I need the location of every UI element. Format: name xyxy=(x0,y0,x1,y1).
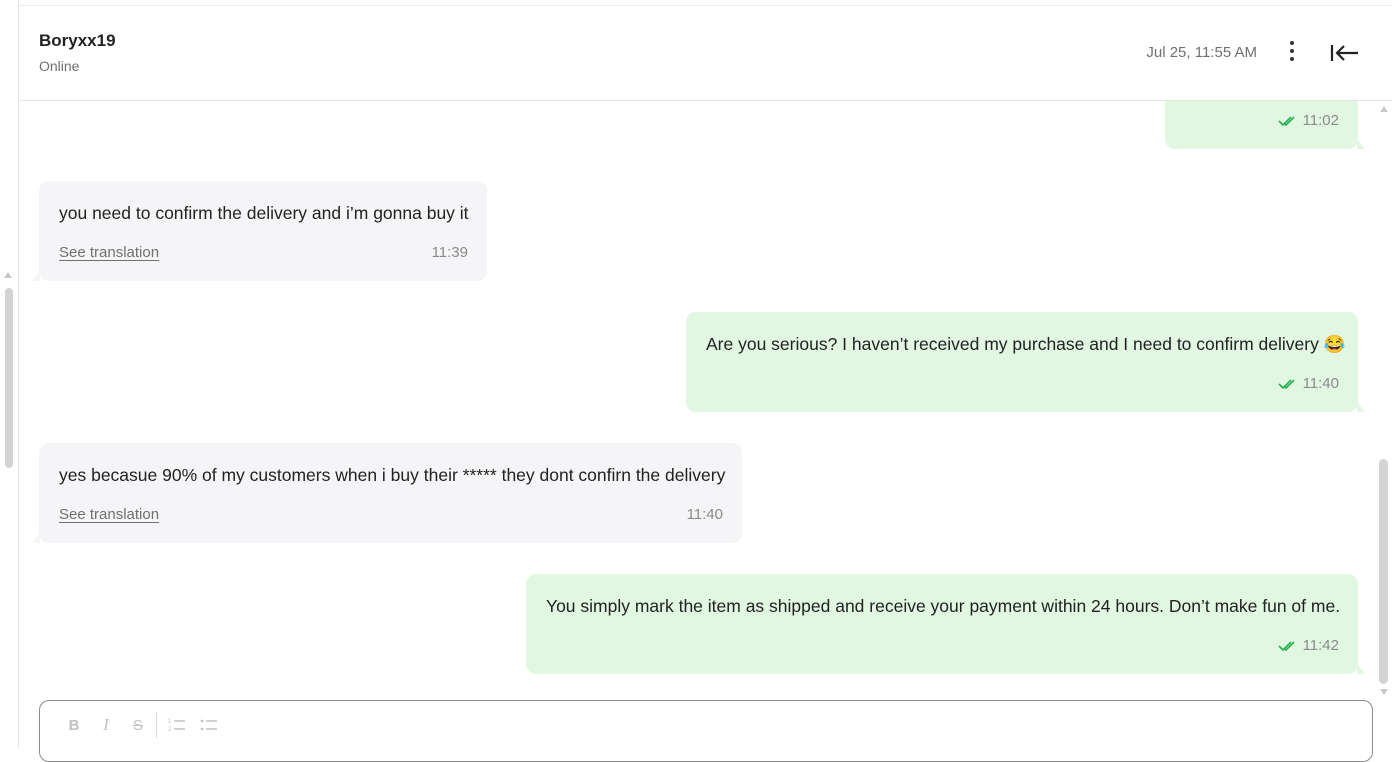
bubble-tail xyxy=(1357,402,1365,412)
message-time: 11:40 xyxy=(686,506,723,523)
chat-panel: Boryxx19 Online Jul 25, 11:55 AM 11:02 y… xyxy=(19,5,1392,762)
scroll-up-arrow[interactable] xyxy=(1380,106,1388,112)
header-datetime: Jul 25, 11:55 AM xyxy=(1146,44,1257,61)
bullet-list-icon[interactable] xyxy=(193,713,225,737)
message-outgoing: You simply mark the item as shipped and … xyxy=(526,574,1358,674)
message-time: 11:42 xyxy=(1302,637,1339,654)
bubble-tail xyxy=(32,533,40,543)
toolbar-divider xyxy=(156,712,157,738)
italic-icon[interactable]: I xyxy=(90,713,122,737)
bubble-tail xyxy=(1357,139,1365,149)
outer-scroll-up-arrow[interactable] xyxy=(4,272,12,278)
contact-status: Online xyxy=(39,58,80,74)
read-ticks-icon xyxy=(1278,379,1295,390)
collapse-left-icon[interactable] xyxy=(1328,39,1362,67)
message-text: Are you serious? I haven’t received my p… xyxy=(706,334,1346,354)
svg-text:2: 2 xyxy=(168,727,172,733)
bold-icon[interactable]: B xyxy=(58,713,90,737)
bubble-tail xyxy=(1357,664,1365,674)
scroll-thumb[interactable] xyxy=(1379,459,1388,684)
message-outgoing: Are you serious? I haven’t received my p… xyxy=(686,312,1358,412)
message-incoming: yes becasue 90% of my customers when i b… xyxy=(39,443,742,543)
message-time: 11:39 xyxy=(431,244,468,261)
read-ticks-icon xyxy=(1278,641,1295,652)
scroll-down-arrow[interactable] xyxy=(1380,689,1388,695)
message-time: 11:02 xyxy=(1302,112,1339,129)
svg-text:1: 1 xyxy=(168,719,172,725)
more-vertical-icon[interactable] xyxy=(1286,41,1298,63)
message-list[interactable]: 11:02 you need to confirm the delivery a… xyxy=(19,101,1392,697)
see-translation-link[interactable]: See translation xyxy=(59,506,159,523)
message-outgoing: 11:02 xyxy=(1165,101,1358,149)
bubble-tail xyxy=(32,271,40,281)
strikethrough-icon[interactable]: S xyxy=(122,713,154,737)
read-ticks-icon xyxy=(1278,116,1295,127)
message-text: You simply mark the item as shipped and … xyxy=(546,596,1341,616)
outer-scroll-thumb[interactable] xyxy=(5,288,13,468)
message-time: 11:40 xyxy=(1302,375,1339,392)
message-text: you need to confirm the delivery and i’m… xyxy=(59,203,469,223)
formatting-toolbar: B I S 1 2 xyxy=(58,712,225,738)
ordered-list-icon[interactable]: 1 2 xyxy=(161,713,193,737)
contact-name[interactable]: Boryxx19 xyxy=(39,31,116,51)
message-incoming: you need to confirm the delivery and i’m… xyxy=(39,181,487,281)
chat-header: Boryxx19 Online Jul 25, 11:55 AM xyxy=(19,6,1392,101)
see-translation-link[interactable]: See translation xyxy=(59,244,159,261)
message-composer[interactable]: B I S 1 2 xyxy=(39,700,1373,762)
chat-scrollbar[interactable] xyxy=(1376,101,1392,701)
message-text: yes becasue 90% of my customers when i b… xyxy=(59,465,726,485)
outer-scrollbar[interactable] xyxy=(0,0,19,748)
